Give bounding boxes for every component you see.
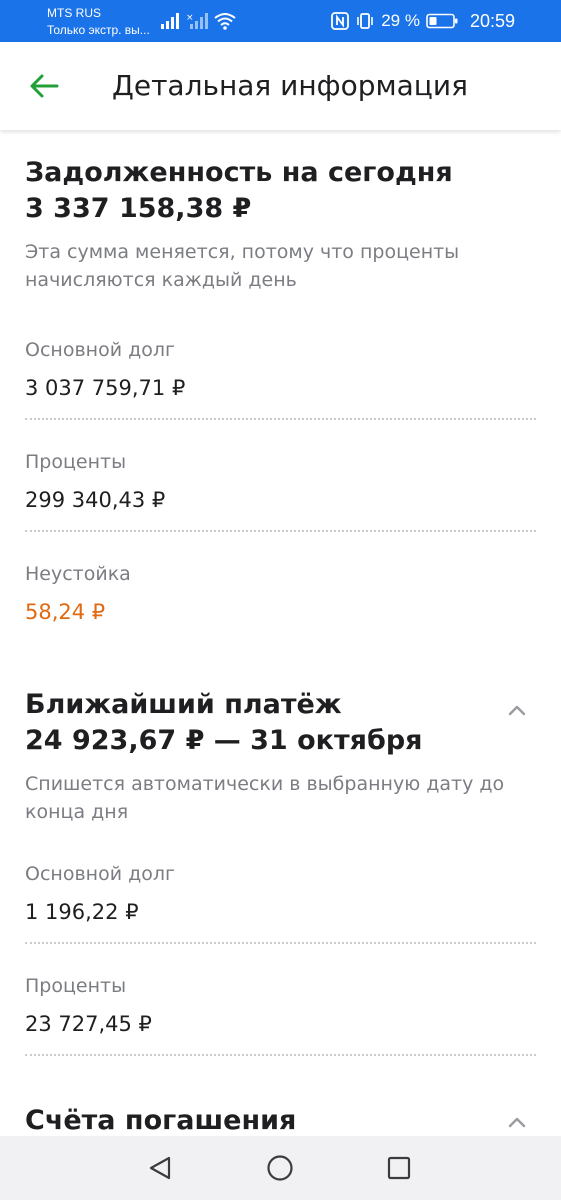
signal-icon <box>161 13 179 29</box>
accounts-title: Счёта погашения <box>25 1105 297 1136</box>
back-button[interactable] <box>22 64 66 108</box>
penalty-value: 58,24 ₽ <box>25 600 106 624</box>
next-payment-amount: 24 923,67 ₽ — 31 октября <box>25 725 423 756</box>
payment-principal-value: 1 196,22 ₽ <box>25 900 139 924</box>
debt-note: Эта сумма меняется, потому что проценты … <box>25 241 460 291</box>
carrier-status: Только экстр. вы... <box>47 23 150 37</box>
vibrate-icon <box>357 13 374 29</box>
signal-no-sim-icon: × <box>186 13 208 29</box>
divider <box>25 1054 536 1056</box>
accounts-toggle[interactable] <box>503 1108 531 1136</box>
circle-home-icon <box>267 1155 293 1181</box>
debt-amount: 3 337 158,38 ₽ <box>25 193 252 224</box>
interest-value: 299 340,43 ₽ <box>25 488 166 512</box>
svg-text:×: × <box>186 13 194 23</box>
penalty-label: Неустойка <box>25 563 131 585</box>
status-bar: MTS RUS Только экстр. вы... × 29 % 20:59 <box>0 0 561 42</box>
system-nav-bar <box>0 1136 561 1200</box>
square-recents-icon <box>387 1156 411 1180</box>
nav-home-button[interactable] <box>264 1152 296 1184</box>
chevron-up-icon <box>508 1117 526 1128</box>
page-title: Детальная информация <box>112 69 468 102</box>
divider <box>25 530 536 532</box>
arrow-left-icon <box>30 74 59 98</box>
next-payment-toggle[interactable] <box>503 696 531 724</box>
interest-label: Проценты <box>25 451 127 473</box>
carrier-name: MTS RUS <box>47 6 101 20</box>
principal-label: Основной долг <box>25 339 175 361</box>
signal-icons: × <box>160 10 236 32</box>
divider <box>25 942 536 944</box>
payment-interest-value: 23 727,45 ₽ <box>25 1012 152 1036</box>
triangle-back-icon <box>149 1156 171 1180</box>
battery-percent: 29 % <box>381 11 420 30</box>
status-right: 29 % 20:59 <box>331 9 515 33</box>
nfc-icon <box>331 12 350 30</box>
nav-recents-button[interactable] <box>383 1152 415 1184</box>
nav-back-button[interactable] <box>144 1152 176 1184</box>
divider <box>25 418 536 420</box>
wifi-icon <box>214 13 236 30</box>
payment-principal-label: Основной долг <box>25 863 175 885</box>
battery-icon <box>426 13 458 29</box>
next-payment-title: Ближайший платёж <box>25 689 342 720</box>
next-payment-note: Спишется автоматически в выбранную дату … <box>25 773 505 823</box>
payment-interest-label: Проценты <box>25 975 127 997</box>
chevron-up-icon <box>508 705 526 716</box>
clock: 20:59 <box>469 10 515 31</box>
principal-value: 3 037 759,71 ₽ <box>25 376 186 400</box>
debt-title: Задолженность на сегодня <box>25 157 453 188</box>
app-bar: Детальная информация <box>0 42 561 130</box>
